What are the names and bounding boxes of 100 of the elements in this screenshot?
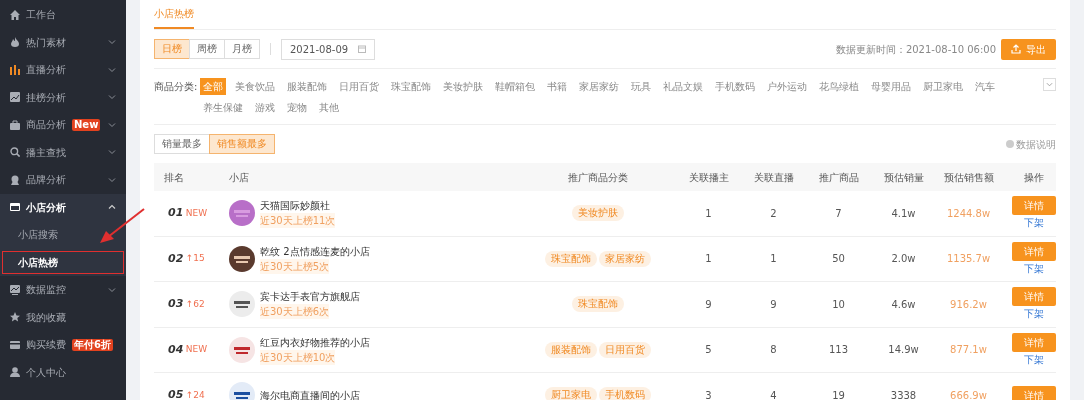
category-option[interactable]: 家居家纺 [575, 78, 622, 95]
remove-link[interactable]: 下架 [1023, 306, 1044, 322]
sidebar-item[interactable]: 品牌分析 [0, 166, 126, 194]
revenue-cell: 916.2w [950, 298, 987, 310]
sort-tab[interactable]: 销售额最多 [209, 134, 275, 154]
rank: 03 [168, 296, 184, 312]
appearance-count: 近30天上榜11次 [260, 213, 336, 229]
shop-name[interactable]: 宾卡达手表官方旗舰店 [260, 289, 360, 305]
sidebar-item[interactable]: 直播分析 [0, 56, 126, 84]
category-option[interactable]: 户外运动 [763, 78, 810, 95]
table-cell: 1 [705, 207, 712, 219]
category-option[interactable]: 手机数码 [711, 78, 758, 95]
sidebar-item[interactable]: 热门素材 [0, 28, 126, 56]
sidebar-item[interactable]: 购买续费 年付6折 [0, 331, 126, 359]
category-option[interactable]: 母婴用品 [867, 78, 914, 95]
category-tag: 厨卫家电 [544, 387, 597, 400]
period-tab[interactable]: 日榜 [154, 39, 190, 59]
table-cell: 9 [770, 298, 777, 310]
column-header: 排名 [164, 171, 184, 183]
rank: 01 [168, 205, 184, 221]
chevron-down-icon [1046, 81, 1053, 88]
expand-toggle[interactable] [1043, 78, 1056, 91]
column-header: 关联播主 [688, 171, 729, 183]
period-tab[interactable]: 周榜 [189, 39, 225, 59]
category-option[interactable]: 美食饮品 [231, 78, 278, 95]
export-button[interactable]: 导出 [1001, 38, 1056, 60]
shop-icon [10, 202, 20, 213]
category-tag: 服装配饰 [544, 341, 597, 358]
category-option[interactable]: 玩具 [627, 78, 654, 95]
category-option[interactable]: 珠宝配饰 [387, 78, 434, 95]
category-tag: 手机数码 [599, 387, 652, 400]
sidebar-item[interactable]: 我的收藏 [0, 303, 126, 331]
remove-link[interactable]: 下架 [1023, 215, 1044, 231]
category-option[interactable]: 礼品文娱 [659, 78, 706, 95]
sidebar-item[interactable]: 小店分析 [0, 193, 126, 221]
shop-name[interactable]: 红豆内衣好物推荐的小店 [260, 334, 370, 350]
details-button[interactable]: 详情 [1011, 196, 1056, 216]
sidebar-subitem[interactable]: 小店搜索 [0, 221, 126, 249]
rank-change: ↑24 [185, 388, 205, 400]
rank: 04 [168, 341, 184, 358]
sidebar-item[interactable]: 工作台 [0, 1, 126, 29]
tab[interactable]: 小店热榜 [154, 0, 194, 29]
column-header: 小店 [229, 171, 249, 183]
data-note-link[interactable]: 数据说明 [1016, 136, 1056, 152]
user-icon [10, 367, 20, 378]
table-cell: 2 [770, 207, 777, 219]
category-option[interactable]: 花鸟绿植 [815, 78, 862, 95]
category-option[interactable]: 日用百货 [335, 78, 382, 95]
details-button[interactable]: 详情 [1011, 287, 1056, 307]
column-header: 关联直播 [753, 171, 794, 183]
column-header: 预估销量 [883, 171, 924, 183]
details-button[interactable]: 详情 [1011, 241, 1056, 261]
category-option[interactable]: 全部 [199, 78, 226, 95]
appearance-count: 近30天上榜6次 [260, 304, 330, 320]
category-option[interactable]: 游戏 [251, 99, 278, 116]
table-cell: 3338 [890, 389, 917, 400]
category-option[interactable]: 养生保健 [199, 99, 246, 116]
category-option[interactable]: 汽车 [971, 78, 998, 95]
sidebar-item[interactable]: 播主查找 [0, 138, 126, 166]
rank-change: ↑62 [185, 297, 205, 311]
rank: 02 [168, 250, 184, 267]
category-option[interactable]: 服装配饰 [283, 78, 330, 95]
sidebar-subitem[interactable]: 小店热榜 [0, 248, 126, 276]
category-option[interactable]: 厨卫家电 [919, 78, 966, 95]
sidebar-item[interactable]: 数据监控 [0, 276, 126, 304]
category-option[interactable]: 鞋帽箱包 [491, 78, 538, 95]
sidebar-item[interactable]: 商品分析 New [0, 111, 126, 139]
search-icon [10, 147, 20, 158]
upload-icon [1011, 44, 1021, 54]
revenue-cell: 666.9w [950, 389, 987, 400]
line-chart-icon [10, 92, 20, 103]
column-header: 推广商品 [818, 171, 859, 183]
sidebar-item[interactable]: 挂榜分析 [0, 83, 126, 111]
category-option[interactable]: 书籍 [543, 78, 570, 95]
shop-name[interactable]: 天猫国际妙颜社 [260, 198, 336, 214]
sidebar-item[interactable]: 个人中心 [0, 358, 126, 386]
table-cell: 5 [705, 344, 712, 356]
badge: New [72, 118, 101, 131]
category-option[interactable]: 其他 [315, 99, 342, 116]
category-option[interactable]: 美妆护肤 [439, 78, 486, 95]
category-option[interactable]: 宠物 [283, 99, 310, 116]
column-header: 预估销售额 [943, 171, 994, 183]
shop-name[interactable]: 乾纹 2点情感连麦的小店 [260, 243, 370, 259]
details-button[interactable]: 详情 [1011, 332, 1056, 352]
revenue-cell: 877.1w [950, 344, 987, 356]
remove-link[interactable]: 下架 [1023, 351, 1044, 367]
shop-name[interactable]: 海尔电商直播间的小店 [260, 387, 360, 400]
sort-tab[interactable]: 销量最多 [154, 134, 210, 154]
category-tag: 珠宝配饰 [544, 250, 597, 267]
details-button[interactable]: 详情 [1011, 385, 1056, 400]
bag-icon [10, 119, 20, 130]
table-cell: 2.0w [891, 253, 916, 265]
badge-icon [10, 174, 20, 185]
category-tag: 珠宝配饰 [572, 296, 624, 313]
revenue-cell: 1244.8w [946, 207, 991, 219]
date-field[interactable]: 2021-08-09 [281, 38, 375, 60]
home-icon [10, 9, 20, 20]
remove-link[interactable]: 下架 [1023, 260, 1044, 276]
bar-chart-icon [10, 64, 20, 75]
period-tab[interactable]: 月榜 [224, 39, 260, 59]
